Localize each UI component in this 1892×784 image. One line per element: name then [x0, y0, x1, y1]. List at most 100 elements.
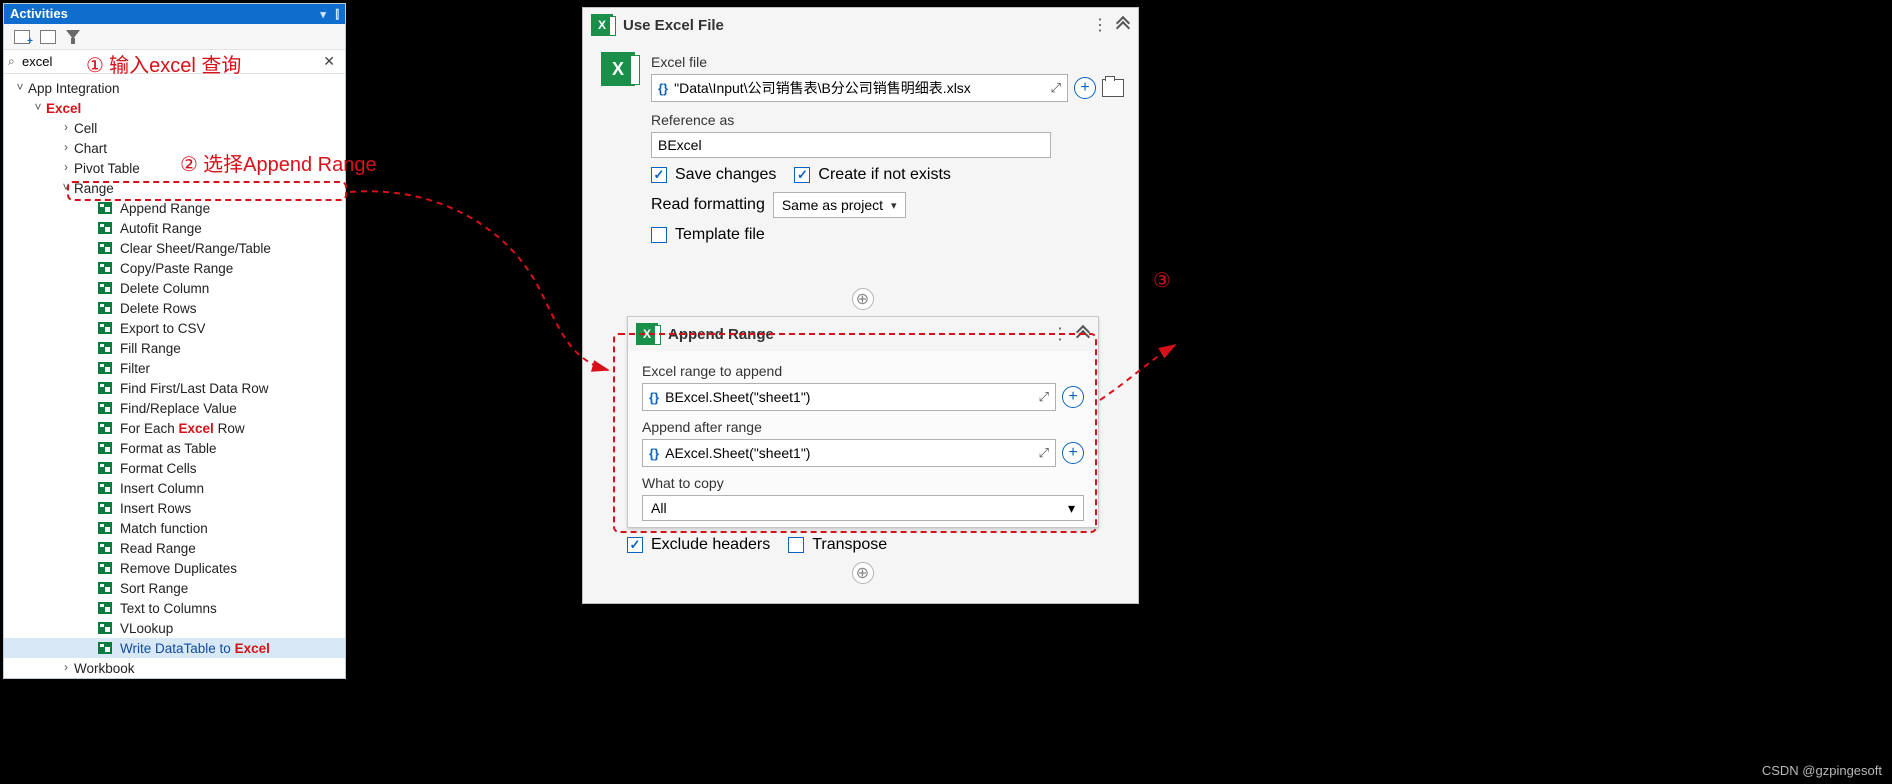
label-save-changes: Save changes: [675, 166, 776, 184]
excel-activity-icon: [98, 642, 112, 654]
excel-activity-icon: [98, 382, 112, 394]
excel-activity-icon: [98, 542, 112, 554]
activity-append-range[interactable]: Append Range: [4, 198, 345, 218]
chevron-down-icon: ▾: [891, 199, 897, 212]
add-expression-icon[interactable]: +: [1074, 77, 1096, 99]
activity-insert-rows[interactable]: Insert Rows: [4, 498, 345, 518]
add-activity-icon[interactable]: [14, 30, 30, 44]
activity-vlookup[interactable]: VLookup: [4, 618, 345, 638]
activity-text-to-columns[interactable]: Text to Columns: [4, 598, 345, 618]
excel-activity-icon: [98, 442, 112, 454]
tree-range[interactable]: ˅Range: [4, 178, 345, 198]
activity-format-as-table[interactable]: Format as Table: [4, 438, 345, 458]
collapse-icon[interactable]: [1116, 18, 1130, 32]
label-create-if-not-exists: Create if not exists: [818, 166, 951, 184]
append-range-card: X Append Range ⋮ Excel range to append {…: [627, 316, 1099, 528]
activity-copy-paste[interactable]: Copy/Paste Range: [4, 258, 345, 278]
activities-search-row: ⌕ ✕: [4, 50, 345, 74]
activity-insert-column[interactable]: Insert Column: [4, 478, 345, 498]
activity-find-first-last[interactable]: Find First/Last Data Row: [4, 378, 345, 398]
excel-activity-icon: [98, 242, 112, 254]
browse-folder-icon[interactable]: [1102, 79, 1124, 97]
activity-write-datatable[interactable]: Write DataTable to Excel: [4, 638, 345, 658]
expand-icon[interactable]: [40, 30, 56, 44]
activity-match-function[interactable]: Match function: [4, 518, 345, 538]
excel-activity-icon: [98, 402, 112, 414]
append-after-range-input[interactable]: {} AExcel.Sheet("sheet1") ⤢: [642, 439, 1056, 467]
add-expression-icon[interactable]: +: [1062, 442, 1084, 464]
tree-workbook[interactable]: ›Workbook: [4, 658, 345, 678]
collapse-icon[interactable]: [1076, 327, 1090, 341]
expand-editor-icon[interactable]: ⤢: [1051, 80, 1061, 96]
label-read-formatting: Read formatting: [651, 196, 765, 214]
tree-chart[interactable]: ›Chart: [4, 138, 345, 158]
append-range-body: Excel range to append {} BExcel.Sheet("s…: [628, 351, 1098, 527]
expand-editor-icon[interactable]: ⤢: [1039, 389, 1049, 405]
activity-filter[interactable]: Filter: [4, 358, 345, 378]
excel-icon: X: [591, 14, 613, 36]
activity-clear-sheet[interactable]: Clear Sheet/Range/Table: [4, 238, 345, 258]
activity-delete-rows[interactable]: Delete Rows: [4, 298, 345, 318]
append-range-header: X Append Range ⋮: [628, 317, 1098, 351]
checkbox-create-if-not-exists[interactable]: ✓: [794, 167, 810, 183]
range-to-append-input[interactable]: {} BExcel.Sheet("sheet1") ⤢: [642, 383, 1056, 411]
label-what-to-copy: What to copy: [642, 475, 1084, 491]
tree-excel[interactable]: ˅Excel: [4, 98, 345, 118]
more-icon[interactable]: ⋮: [1052, 324, 1068, 344]
clear-search-icon[interactable]: ✕: [319, 53, 339, 70]
activity-format-cells[interactable]: Format Cells: [4, 458, 345, 478]
dropdown-icon[interactable]: ▾: [320, 9, 326, 21]
more-icon[interactable]: ⋮: [1092, 15, 1108, 35]
excel-big-icon: X: [601, 52, 635, 86]
activity-remove-duplicates[interactable]: Remove Duplicates: [4, 558, 345, 578]
excel-activity-icon: [98, 562, 112, 574]
label-excel-range-to-append: Excel range to append: [642, 363, 1084, 379]
add-node-after-icon[interactable]: ⊕: [852, 562, 874, 584]
activity-fill-range[interactable]: Fill Range: [4, 338, 345, 358]
activity-read-range[interactable]: Read Range: [4, 538, 345, 558]
excel-activity-icon: [98, 302, 112, 314]
expression-icon: {}: [649, 390, 659, 405]
excel-activity-icon: [98, 422, 112, 434]
tree-cell[interactable]: ›Cell: [4, 118, 345, 138]
activity-delete-column[interactable]: Delete Column: [4, 278, 345, 298]
activities-panel: Activities ▾ ⫿ ⌕ ✕ ˅App Integration ˅Exc…: [3, 3, 346, 679]
excel-activity-icon: [98, 342, 112, 354]
activity-sort-range[interactable]: Sort Range: [4, 578, 345, 598]
excel-activity-icon: [98, 602, 112, 614]
expression-icon: {}: [649, 446, 659, 461]
excel-activity-icon: [98, 502, 112, 514]
what-to-copy-select[interactable]: All ▾: [642, 495, 1084, 521]
checkbox-transpose[interactable]: ✓: [788, 537, 804, 553]
use-excel-header: X Use Excel File ⋮: [583, 8, 1138, 42]
excel-activity-icon: [98, 282, 112, 294]
activity-for-each-row[interactable]: For Each Excel Row: [4, 418, 345, 438]
activities-search-input[interactable]: [22, 52, 319, 71]
excel-activity-icon: [98, 262, 112, 274]
activity-autofit-range[interactable]: Autofit Range: [4, 218, 345, 238]
add-node-before-icon[interactable]: ⊕: [852, 288, 874, 310]
activity-export-csv[interactable]: Export to CSV: [4, 318, 345, 338]
checkbox-exclude-headers[interactable]: ✓: [627, 537, 643, 553]
expression-icon: {}: [658, 81, 668, 96]
excel-activity-icon: [98, 462, 112, 474]
chevron-down-icon: ▾: [1068, 500, 1075, 517]
tree-app-integration[interactable]: ˅App Integration: [4, 78, 345, 98]
pin-icon[interactable]: ⫿: [335, 9, 339, 21]
filter-icon[interactable]: [66, 30, 80, 44]
read-formatting-select[interactable]: Same as project ▾: [773, 192, 906, 218]
expand-editor-icon[interactable]: ⤢: [1039, 445, 1049, 461]
tree-pivot[interactable]: ›Pivot Table: [4, 158, 345, 178]
label-excel-file: Excel file: [651, 54, 1124, 70]
reference-as-input[interactable]: BExcel: [651, 132, 1051, 158]
excel-file-input[interactable]: {} "Data\Input\公司销售表\B分公司销售明细表.xlsx ⤢: [651, 74, 1068, 102]
panel-controls: ▾ ⫿: [314, 4, 339, 25]
activity-find-replace[interactable]: Find/Replace Value: [4, 398, 345, 418]
checkbox-template-file[interactable]: ✓: [651, 227, 667, 243]
activities-title: Activities: [10, 4, 68, 24]
label-exclude-headers: Exclude headers: [651, 536, 770, 554]
excel-activity-icon: [98, 202, 112, 214]
excel-icon: X: [636, 323, 658, 345]
checkbox-save-changes[interactable]: ✓: [651, 167, 667, 183]
add-expression-icon[interactable]: +: [1062, 386, 1084, 408]
